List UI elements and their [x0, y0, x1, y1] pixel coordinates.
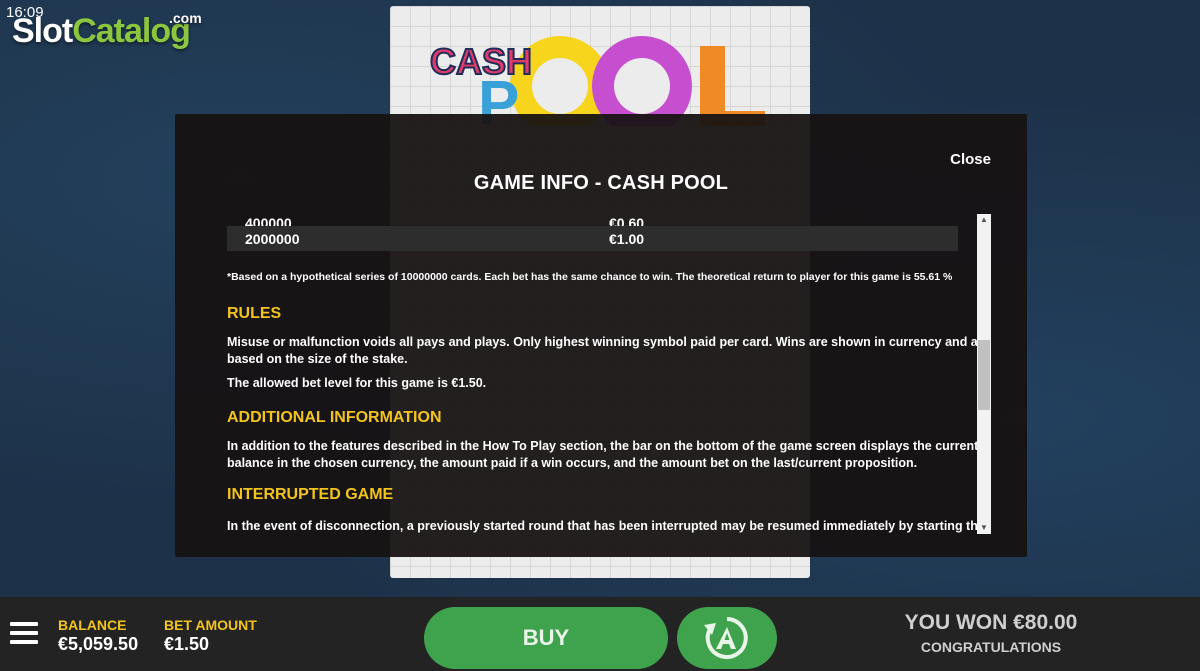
scroll-up-icon[interactable]: ▲ — [977, 214, 991, 226]
win-display: YOU WON €80.00 CONGRATULATIONS — [880, 611, 1102, 655]
interrupted-game-text: In the event of disconnection, a previou… — [227, 519, 985, 533]
modal-title: GAME INFO - CASH POOL — [473, 172, 729, 194]
info-scroll-area[interactable]: 400000 €0.60 2000000 €1.00 *Based on a h… — [227, 214, 992, 534]
bottom-bar: BALANCE €5,059.50 BET AMOUNT €1.50 BUY Y… — [0, 597, 1200, 671]
bet-level-text: The allowed bet level for this game is €… — [227, 376, 487, 390]
rules-heading: RULES — [227, 305, 282, 322]
autoplay-button[interactable] — [677, 607, 777, 669]
autoplay-icon — [704, 617, 748, 659]
brand-suffix: .com — [169, 10, 202, 26]
bet-amount-display: BET AMOUNT €1.50 — [164, 617, 257, 655]
paytable-row: 400000 €0.60 — [227, 214, 958, 226]
brand-part1: Slot — [12, 12, 73, 50]
balance-display: BALANCE €5,059.50 — [58, 617, 138, 655]
scrollbar[interactable]: ▲ ▼ — [977, 214, 991, 534]
paytable-prize: 2000000 — [245, 230, 300, 247]
scroll-down-icon[interactable]: ▼ — [977, 522, 991, 534]
balance-label: BALANCE — [58, 617, 127, 633]
game-info-modal: Close GAME INFO - CASH POOL 400000 €0.60… — [175, 114, 1027, 557]
rules-text: Misuse or malfunction voids all pays and… — [227, 335, 990, 366]
close-button[interactable]: Close — [950, 151, 991, 168]
scrollbar-thumb[interactable] — [978, 340, 990, 410]
congratulations-text: CONGRATULATIONS — [920, 639, 1062, 655]
paytable-value: €1.00 — [609, 230, 645, 247]
paytable: 400000 €0.60 2000000 €1.00 — [227, 214, 958, 251]
slotcatalog-logo: SlotCatalog .com — [12, 10, 202, 51]
paytable-prize: 400000 — [245, 215, 292, 226]
bet-amount-label: BET AMOUNT — [164, 617, 257, 633]
bet-amount-value[interactable]: €1.50 — [164, 634, 257, 655]
win-amount-text: YOU WON €80.00 — [904, 611, 1078, 634]
hamburger-menu-icon[interactable] — [10, 622, 38, 644]
logo-ring-magenta — [592, 36, 692, 126]
additional-info-text: In addition to the features described in… — [227, 439, 979, 470]
balance-value: €5,059.50 — [58, 634, 139, 654]
cash-pool-logo: CASH P — [429, 36, 765, 126]
interrupted-game-heading: INTERRUPTED GAME — [227, 486, 394, 503]
paytable-value: €0.60 — [609, 215, 645, 226]
paytable-row: 2000000 €1.00 — [227, 226, 958, 251]
additional-info-heading: ADDITIONAL INFORMATION — [227, 409, 442, 426]
buy-button[interactable]: BUY — [424, 607, 668, 669]
rtp-footnote: *Based on a hypothetical series of 10000… — [227, 271, 953, 283]
